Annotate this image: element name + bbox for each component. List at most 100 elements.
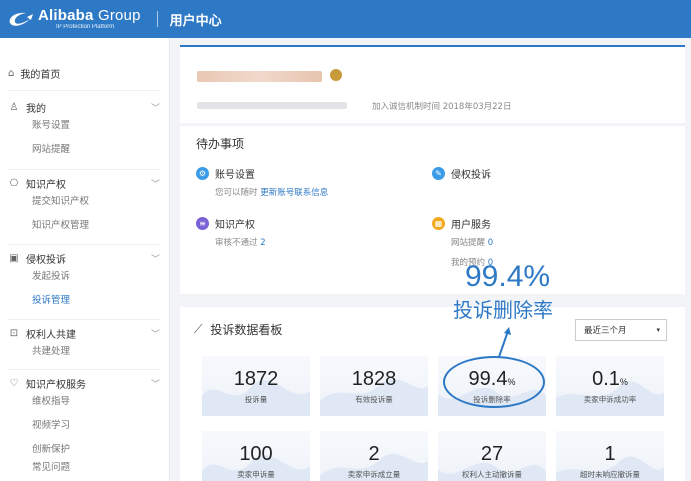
stat-value: 2 bbox=[368, 443, 380, 465]
complaint-icon: ▣ bbox=[9, 252, 19, 264]
sidebar-item-innovation-protection[interactable]: 创新保护 bbox=[8, 438, 160, 462]
stat-label: 投诉量 bbox=[244, 395, 268, 404]
sidebar-item-rights-guide[interactable]: 维权指导 bbox=[8, 390, 160, 414]
chevron-down-icon: ﹀ bbox=[150, 179, 160, 190]
line-chart-icon: ⟋ bbox=[194, 322, 203, 336]
stats-title: ⟋ 投诉数据看板 bbox=[194, 321, 282, 338]
stat-tile[interactable]: 0.1% 卖家申诉成功率 bbox=[556, 356, 664, 416]
sidebar-divider bbox=[8, 244, 160, 245]
sidebar-item-site-reminder[interactable]: 网站提醒 bbox=[8, 138, 160, 162]
chevron-down-icon: ﹀ bbox=[150, 379, 160, 390]
todo-card bbox=[180, 126, 685, 294]
logo-subtitle: IP Protection Platform bbox=[56, 24, 115, 30]
sidebar-head-mine[interactable]: ♙ 我的 ﹀ bbox=[8, 100, 160, 115]
stat-tile[interactable]: 27 权利人主动撤诉量 bbox=[438, 431, 546, 481]
sidebar-item-start-complaint[interactable]: 发起投诉 bbox=[8, 265, 160, 289]
chevron-down-icon: ﹀ bbox=[150, 103, 160, 114]
service-grid-icon: ▦ bbox=[432, 217, 445, 230]
heart-icon: ♡ bbox=[9, 377, 19, 389]
sidebar-item-home[interactable]: ⌂ 我的首页 bbox=[8, 66, 60, 81]
stat-unit: % bbox=[619, 377, 628, 387]
complaint-bubble-icon: ✎ bbox=[432, 167, 445, 180]
stat-value: 1828 bbox=[351, 368, 397, 390]
user-info-card: 加入诚信机制时间 2018年03月22日 bbox=[180, 45, 685, 123]
rejected-count-link[interactable]: 2 bbox=[260, 238, 265, 248]
stat-tile[interactable]: 2 卖家申诉成立量 bbox=[320, 431, 428, 481]
sidebar-divider bbox=[8, 369, 160, 370]
sidebar-head-ip-service[interactable]: ♡ 知识产权服务 ﹀ bbox=[8, 376, 160, 391]
stat-value: 1872 bbox=[233, 368, 279, 390]
sidebar-item-complaint-manage[interactable]: 投诉管理 bbox=[8, 289, 160, 313]
stat-tile[interactable]: 100 卖家申诉量 bbox=[202, 431, 310, 481]
todo-infringement-label[interactable]: 侵权投诉 bbox=[451, 166, 491, 181]
stat-value: 27 bbox=[480, 443, 504, 465]
stat-value: 1 bbox=[604, 443, 616, 465]
todo-account-label[interactable]: 账号设置 bbox=[215, 166, 255, 181]
credit-badge-icon bbox=[330, 69, 342, 81]
stat-label: 卖家申诉成立量 bbox=[347, 470, 401, 479]
sidebar-divider bbox=[8, 319, 160, 320]
sidebar-head-label: 侵权投诉 bbox=[26, 254, 66, 266]
blurred-username bbox=[197, 71, 322, 82]
todo-ip-label[interactable]: 知识产权 bbox=[215, 216, 255, 231]
sidebar-head-label: 我的 bbox=[26, 103, 46, 115]
stats-title-text: 投诉数据看板 bbox=[210, 323, 283, 337]
stat-label: 卖家申诉成功率 bbox=[583, 395, 637, 404]
annotation-highlight-label: 投诉删除率 bbox=[453, 298, 553, 322]
list-icon: ≡ bbox=[196, 217, 209, 230]
sidebar-item-cobuild-handle[interactable]: 共建处理 bbox=[8, 340, 160, 364]
sidebar-item-ip-manage[interactable]: 知识产权管理 bbox=[8, 214, 160, 238]
sidebar-group-mine: ♙ 我的 ﹀ 账号设置 网站提醒 bbox=[8, 100, 160, 162]
sidebar-group-cobuild: ⊡ 权利人共建 ﹀ 共建处理 bbox=[8, 326, 160, 364]
stat-tile[interactable]: 1 超时未响应撤诉量 bbox=[556, 431, 664, 481]
logo-main-text: Alibaba bbox=[38, 7, 94, 24]
stat-label: 有效投诉量 bbox=[355, 395, 393, 404]
period-select-value: 最近三个月 bbox=[584, 326, 627, 336]
stat-value: 0.1 bbox=[592, 368, 620, 390]
page-title: 用户中心 bbox=[169, 13, 222, 29]
todo-ip: ≡ 知识产权 审核不通过 2 bbox=[196, 216, 266, 248]
stat-tile[interactable]: 1872 投诉量 bbox=[202, 356, 310, 416]
todo-account: ⚙ 账号设置 您可以随时 更新账号联系信息 bbox=[196, 166, 328, 198]
annotation-highlight-value: 99.4% bbox=[465, 260, 551, 293]
sidebar-item-faq[interactable]: 常见问题 bbox=[8, 462, 160, 472]
stat-label: 卖家申诉量 bbox=[237, 470, 275, 479]
sidebar-head-cobuild[interactable]: ⊡ 权利人共建 ﹀ bbox=[8, 326, 160, 341]
todo-account-text: 您可以随时 bbox=[215, 188, 261, 198]
stat-tile[interactable]: 1828 有效投诉量 bbox=[320, 356, 428, 416]
home-icon: ⌂ bbox=[8, 68, 15, 79]
sidebar-head-label: 权利人共建 bbox=[26, 329, 76, 341]
user-icon: ♙ bbox=[9, 101, 19, 113]
sidebar-head-ip[interactable]: ⎔ 知识产权 ﹀ bbox=[8, 176, 160, 191]
co-build-icon: ⊡ bbox=[9, 327, 19, 339]
logo-group-text: Group bbox=[93, 7, 141, 24]
sidebar-divider bbox=[8, 90, 160, 91]
site-reminder-count-link[interactable]: 0 bbox=[488, 238, 493, 248]
sidebar-item-account-settings[interactable]: 账号设置 bbox=[8, 114, 160, 138]
sidebar-head-label: 知识产权 bbox=[26, 179, 66, 191]
stat-label: 权利人主动撤诉量 bbox=[462, 470, 522, 479]
sidebar-group-ip: ⎔ 知识产权 ﹀ 提交知识产权 知识产权管理 bbox=[8, 176, 160, 238]
settings-icon: ⚙ bbox=[196, 167, 209, 180]
todo-ip-text: 审核不通过 bbox=[215, 238, 261, 248]
sidebar-group-ip-service: ♡ 知识产权服务 ﹀ 维权指导 视频学习 创新保护 常见问题 bbox=[8, 376, 160, 473]
chevron-down-icon: ﹀ bbox=[150, 254, 160, 265]
alibaba-logo[interactable]: Alibaba Group IP Protection Platform bbox=[6, 8, 141, 30]
blurred-account-info bbox=[197, 102, 347, 109]
sidebar-head-complaint[interactable]: ▣ 侵权投诉 ﹀ bbox=[8, 251, 160, 266]
sidebar-item-video-learning[interactable]: 视频学习 bbox=[8, 414, 160, 438]
update-contact-link[interactable]: 更新账号联系信息 bbox=[260, 188, 328, 198]
sidebar-item-submit-ip[interactable]: 提交知识产权 bbox=[8, 190, 160, 214]
caret-down-icon: ▾ bbox=[656, 326, 660, 334]
chevron-down-icon: ﹀ bbox=[150, 329, 160, 340]
top-header: Alibaba Group IP Protection Platform 用户中… bbox=[0, 0, 691, 38]
ip-book-icon: ⎔ bbox=[9, 177, 19, 189]
todo-service-label[interactable]: 用户服务 bbox=[451, 216, 491, 231]
alibaba-logo-mark-icon bbox=[6, 8, 36, 30]
annotation-ellipse bbox=[443, 356, 545, 408]
sidebar-group-complaint: ▣ 侵权投诉 ﹀ 发起投诉 投诉管理 bbox=[8, 251, 160, 313]
sidebar-divider bbox=[8, 169, 160, 170]
sidebar: ⌂ 我的首页 ♙ 我的 ﹀ 账号设置 网站提醒 ⎔ 知识产权 ﹀ 提交知识产权 … bbox=[0, 38, 170, 481]
stat-label: 超时未响应撤诉量 bbox=[580, 470, 640, 479]
period-select[interactable]: 最近三个月 ▾ bbox=[575, 319, 667, 341]
